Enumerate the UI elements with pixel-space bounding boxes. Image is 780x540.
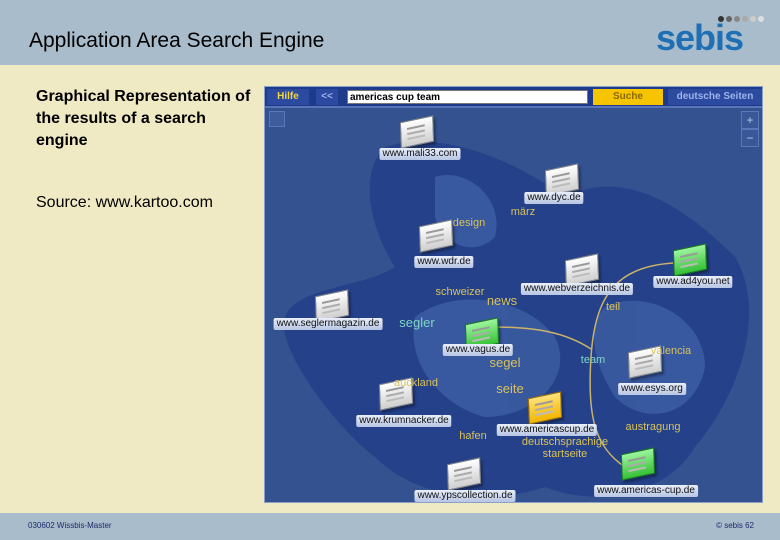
keyword[interactable]: segel — [489, 356, 520, 369]
keyword[interactable]: austragung — [625, 421, 680, 433]
zoom-in-icon[interactable]: + — [741, 111, 759, 129]
header: Application Area Search Engine sebis — [0, 0, 780, 65]
keyword[interactable]: teil — [606, 301, 620, 313]
keyword[interactable]: märz — [511, 206, 535, 218]
keyword[interactable]: valencia — [651, 345, 691, 357]
site-label[interactable]: www.krumnacker.de — [356, 415, 452, 427]
footer: 030602 Wissbis-Master © sebis 62 — [0, 513, 780, 540]
footer-left: 030602 Wissbis-Master — [28, 521, 112, 530]
keyword[interactable]: deutschsprachige startseite — [520, 436, 610, 460]
back-button[interactable]: << — [316, 89, 338, 105]
keyword[interactable]: design — [453, 217, 485, 229]
page-title: Application Area Search Engine — [29, 29, 325, 52]
footer-right: © sebis 62 — [716, 521, 754, 530]
eraser-icon[interactable] — [269, 111, 285, 127]
kartoo-toolbar: Hilfe << Suche deutsche Seiten — [265, 87, 762, 108]
site-label[interactable]: www.esys.org — [618, 383, 686, 395]
kartoo-screenshot: Hilfe << Suche deutsche Seiten + − desig… — [264, 86, 763, 503]
search-input[interactable] — [347, 90, 588, 104]
site-label[interactable]: www.mali33.com — [379, 148, 461, 160]
keyword[interactable]: news — [487, 294, 517, 307]
keyword[interactable]: schweizer — [436, 286, 485, 298]
site-label[interactable]: www.americascup.de — [496, 424, 598, 436]
zoom-out-icon[interactable]: − — [741, 129, 759, 147]
german-pages-button[interactable]: deutsche Seiten — [668, 89, 762, 105]
help-button[interactable]: Hilfe — [267, 89, 309, 105]
site-label[interactable]: www.seglermagazin.de — [273, 318, 383, 330]
site-label[interactable]: www.americas-cup.de — [594, 485, 698, 497]
keyword[interactable]: team — [581, 354, 605, 366]
site-label[interactable]: www.vagus.de — [442, 344, 514, 356]
site-label[interactable]: www.ad4you.net — [653, 276, 733, 288]
description: Graphical Representation of the results … — [36, 88, 251, 149]
site-label[interactable]: www.wdr.de — [414, 256, 474, 268]
search-button[interactable]: Suche — [593, 89, 663, 105]
sebis-logo: sebis — [656, 16, 768, 56]
keyword[interactable]: segler — [399, 316, 434, 329]
keyword[interactable]: hafen — [459, 430, 487, 442]
site-label[interactable]: www.dyc.de — [524, 192, 584, 204]
keyword[interactable]: auckland — [394, 377, 438, 389]
source-text: Source: www.kartoo.com — [36, 194, 213, 211]
site-label[interactable]: www.webverzeichnis.de — [520, 283, 634, 295]
site-label[interactable]: www.ypscollection.de — [414, 490, 516, 502]
keyword[interactable]: seite — [496, 382, 523, 395]
